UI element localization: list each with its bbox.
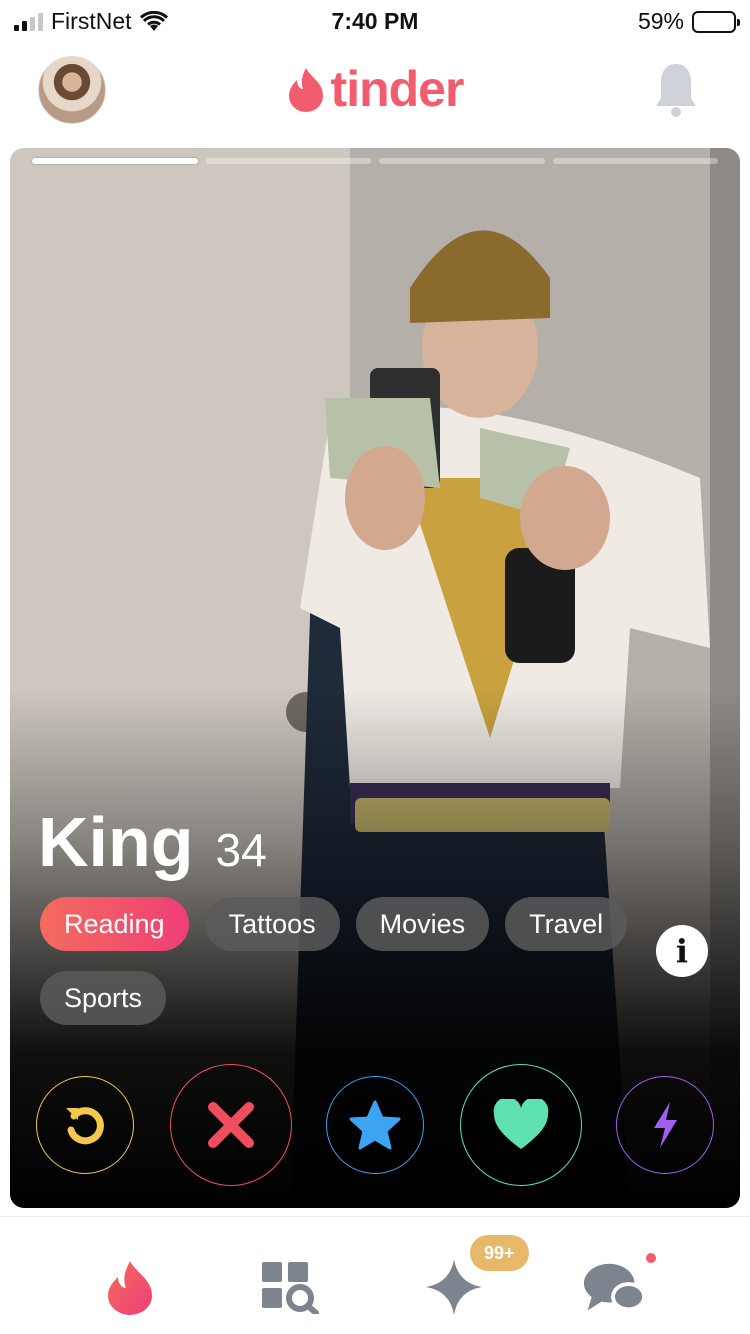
rewind-icon: [66, 1107, 104, 1145]
star-icon: [349, 1100, 401, 1150]
interest-tag: Movies: [355, 897, 490, 951]
explore-icon: [262, 1262, 319, 1314]
interest-tag: Reading: [40, 897, 189, 951]
flame-icon: [108, 1261, 152, 1315]
photo-indicator-4[interactable]: [552, 158, 718, 164]
photo-indicator-2[interactable]: [205, 158, 371, 164]
brand-wordmark: tinder: [330, 61, 465, 117]
interest-tags: Reading Tattoos Movies Travel Sports: [40, 897, 640, 1025]
likes-count-badge: 99+: [470, 1235, 529, 1271]
super-like-button[interactable]: [326, 1076, 424, 1174]
tab-discover[interactable]: [98, 1255, 162, 1319]
profile-age: 34: [215, 824, 267, 876]
flame-icon: [288, 68, 323, 112]
info-button[interactable]: i: [656, 925, 708, 977]
battery-group: 59%: [637, 8, 740, 35]
interest-tag: Travel: [505, 897, 628, 951]
tab-bar: 99+: [0, 1216, 750, 1334]
top-bar: tinder: [0, 48, 750, 138]
rewind-button[interactable]: [36, 1076, 134, 1174]
tab-explore[interactable]: [258, 1255, 322, 1319]
profile-name: King: [38, 803, 194, 881]
profile-card[interactable]: King 34 Reading Tattoos Movies Travel Sp…: [10, 148, 740, 1208]
like-button[interactable]: [460, 1064, 582, 1186]
interest-tag: Sports: [40, 971, 167, 1025]
status-bar: FirstNet 7:40 PM 59%: [0, 0, 750, 40]
photo-indicator-1[interactable]: [32, 158, 198, 164]
tab-messages[interactable]: [582, 1255, 646, 1319]
battery-icon: [692, 10, 740, 33]
tinder-logo: tinder: [0, 60, 750, 118]
unread-dot: [646, 1253, 656, 1263]
bell-icon[interactable]: [654, 60, 698, 118]
boost-button[interactable]: [616, 1076, 714, 1174]
action-bar: [10, 1064, 740, 1188]
lightning-icon: [654, 1102, 677, 1148]
photo-indicator-3[interactable]: [379, 158, 545, 164]
close-icon: [208, 1102, 254, 1148]
interest-tag: Tattoos: [204, 897, 340, 951]
chat-icon: [583, 1263, 646, 1312]
name-age-row: King 34: [38, 802, 267, 882]
heart-icon: [493, 1099, 549, 1149]
battery-percent: 59%: [637, 8, 684, 34]
photo-progress: [32, 158, 718, 164]
nope-button[interactable]: [170, 1064, 292, 1186]
